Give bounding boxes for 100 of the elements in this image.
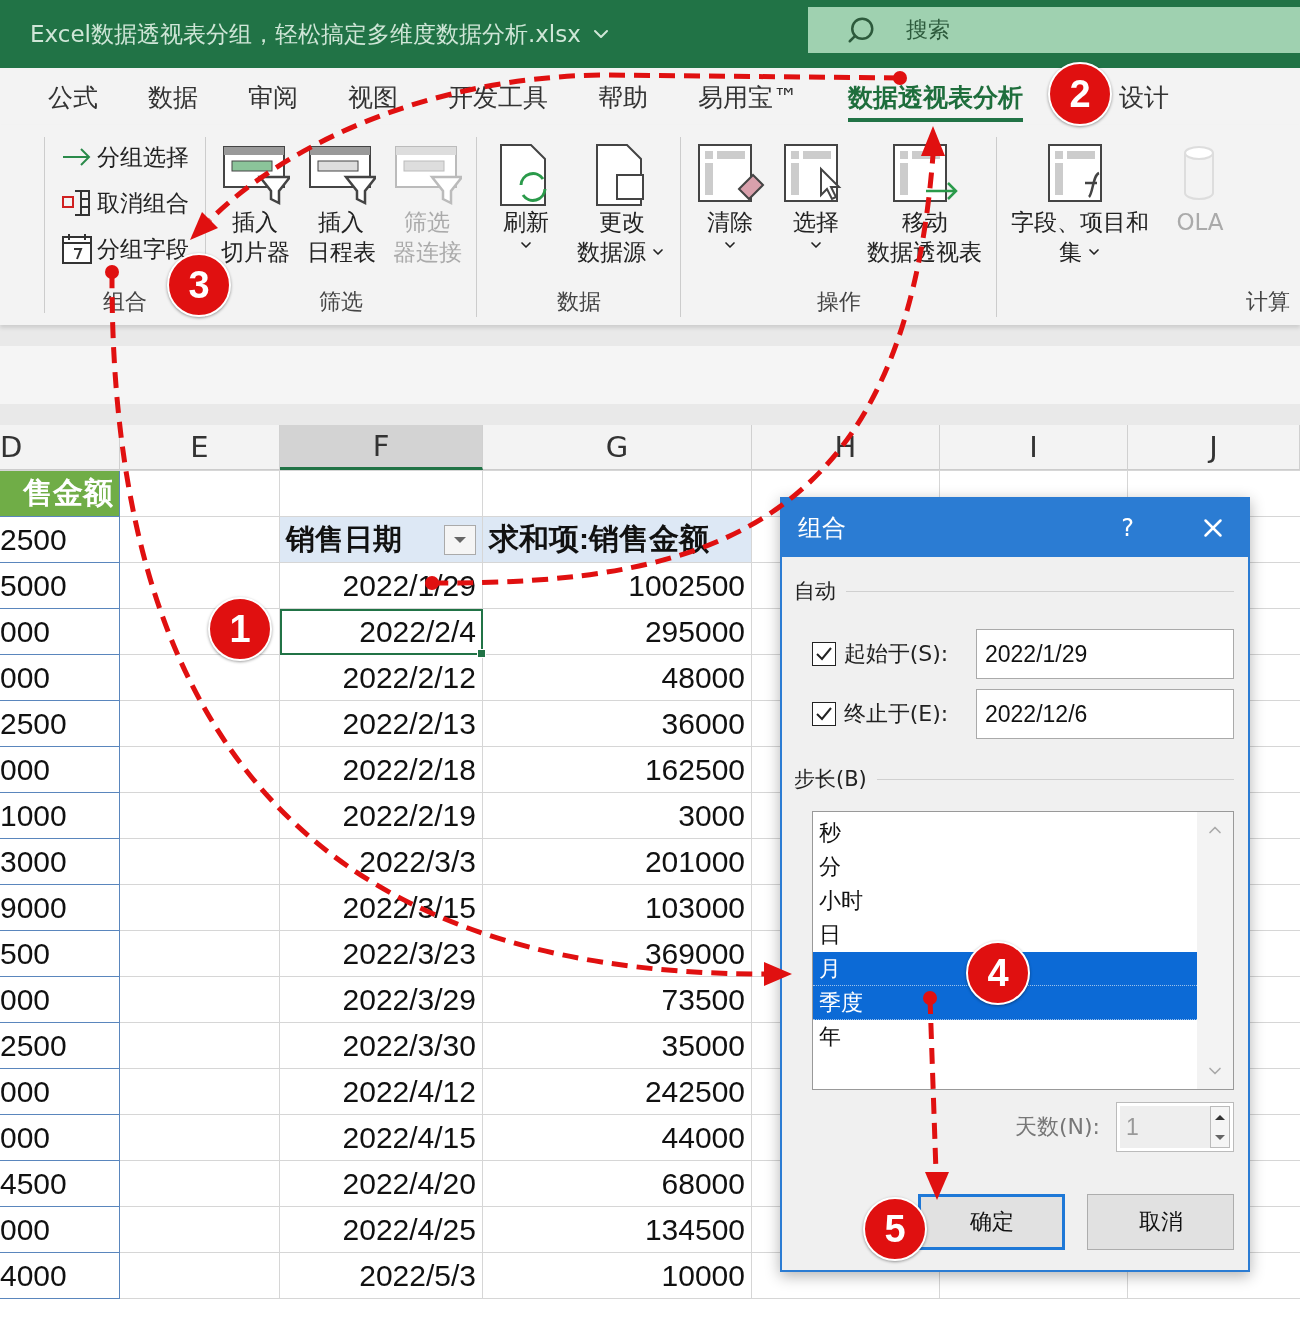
dialog-button[interactable]: 确定 [918,1194,1065,1250]
amount-cell: 201000 [483,839,752,885]
column-header[interactable]: F [280,425,483,470]
field-label: 天数(N): [1014,1113,1100,1141]
amount-cell: 68000 [483,1161,752,1207]
list-item[interactable]: 年 [813,1020,1197,1054]
column-header[interactable]: H [752,425,940,470]
table-cell: 000 [0,747,120,793]
amount-cell: 295000 [483,609,752,655]
filter-dropdown-button[interactable] [444,524,476,555]
ribbon-tab[interactable]: 视图 [348,71,398,122]
table-cell: 9000 [0,885,120,931]
amount-cell: 103000 [483,885,752,931]
amount-cell: 44000 [483,1115,752,1161]
date-cell[interactable]: 2022/4/15 [280,1115,483,1161]
date-cell[interactable]: 2022/3/23 [280,931,483,977]
ribbon-button[interactable]: 更改 数据源 [573,141,670,287]
column-header[interactable]: J [1128,425,1300,470]
table-cell: 4500 [0,1161,120,1207]
amount-cell: 134500 [483,1207,752,1253]
amount-cell: 10000 [483,1253,752,1299]
table-cell: 2500 [0,701,120,747]
group-label: 操作 [816,288,861,316]
amount-cell: 3000 [483,793,752,839]
ribbon-tab[interactable]: 公式 [48,71,98,122]
table-cell: 3000 [0,839,120,885]
ribbon-button[interactable]: 字段、项目和 集 [1007,141,1153,287]
date-cell[interactable]: 2022/4/20 [280,1161,483,1207]
table-cell: 500 [0,931,120,977]
section-label: 步长(B) [794,766,867,793]
ribbon-tab[interactable]: 数据 [148,71,198,122]
ribbon-button[interactable]: 清除 [691,141,769,287]
ribbon-tab[interactable]: 帮助 [598,71,648,122]
group-label: 筛选 [319,288,363,316]
section-label: 自动 [794,578,836,605]
date-cell[interactable]: 2022/4/25 [280,1207,483,1253]
list-item[interactable]: 小时 [813,884,1197,918]
date-field[interactable]: 2022/1/29 [976,629,1234,679]
table-cell: 000 [0,977,120,1023]
date-cell[interactable]: 2022/2/19 [280,793,483,839]
dialog-title: 组合 [798,513,847,544]
dropdown-arrow-icon [453,535,467,544]
date-cell[interactable]: 2022/3/30 [280,1023,483,1069]
ribbon-button[interactable]: 刷新 [487,141,565,287]
list-item[interactable]: 秒 [813,816,1197,850]
group-label: 计算 [1246,288,1290,316]
list-item[interactable]: 分 [813,850,1197,884]
date-cell[interactable]: 2022/2/18 [280,747,483,793]
amount-cell: 36000 [483,701,752,747]
amount-cell: 1002500 [483,563,752,609]
amount-cell: 73500 [483,977,752,1023]
amount-cell: 48000 [483,655,752,701]
date-cell[interactable]: 2022/2/12 [280,655,483,701]
pivot-header: 求和项:销售金额 [483,517,752,563]
fill-handle[interactable] [477,649,486,658]
ribbon-tab[interactable]: 易用宝™ [698,71,798,122]
search-field[interactable]: 搜索 [808,7,1300,53]
date-cell[interactable]: 2022/2/4 [280,609,483,655]
table-cell: 000 [0,655,120,701]
field-label: 终止于(E): [843,700,950,728]
table-header-cell: 售金额 [0,471,120,517]
dialog-button[interactable]: 取消 [1087,1194,1234,1250]
ribbon-button[interactable]: 插入 日程表 [302,141,380,287]
table-cell: 4000 [0,1253,120,1299]
table-cell: 1000 [0,793,120,839]
column-header[interactable]: G [483,425,752,470]
date-field[interactable]: 2022/12/6 [976,689,1234,739]
column-header[interactable]: E [120,425,280,470]
ribbon-button[interactable]: 选择 [777,141,855,287]
field-label: 起始于(S): [843,640,950,668]
window-title[interactable]: Excel数据透视表分组，轻松搞定多维度数据分析.xlsx [0,18,613,50]
amount-cell: 369000 [483,931,752,977]
ribbon-button[interactable]: 取消组合 [55,183,195,223]
table-cell: 000 [0,1069,120,1115]
column-header[interactable]: I [940,425,1128,470]
table-cell: 000 [0,1115,120,1161]
table-cell: 2500 [0,517,120,563]
ribbon-tab[interactable]: 审阅 [248,71,298,122]
list-item[interactable]: 季度 [813,986,1197,1020]
date-cell[interactable]: 2022/2/13 [280,701,483,747]
amount-cell: 242500 [483,1069,752,1115]
date-cell[interactable]: 2022/4/12 [280,1069,483,1115]
date-cell[interactable]: 2022/3/3 [280,839,483,885]
column-header[interactable]: D [0,425,120,470]
date-cell[interactable]: 2022/3/29 [280,977,483,1023]
checkbox[interactable] [812,702,836,726]
group-label: 数据 [556,288,601,316]
pivot-header: 销售日期 [286,521,402,557]
ribbon-button[interactable]: 分组选择 [55,137,195,177]
amount-cell: 162500 [483,747,752,793]
ungroup-icon [61,189,93,217]
date-cell[interactable]: 2022/5/3 [280,1253,483,1299]
help-button[interactable]: ? [1115,513,1140,543]
table-cell: 2500 [0,1023,120,1069]
ribbon-tab[interactable]: 设计 [1119,71,1169,122]
table-cell: 000 [0,609,120,655]
table-cell: 5000 [0,563,120,609]
table-cell: 000 [0,1207,120,1253]
checkbox[interactable] [812,642,836,666]
calendar-icon [61,233,93,265]
